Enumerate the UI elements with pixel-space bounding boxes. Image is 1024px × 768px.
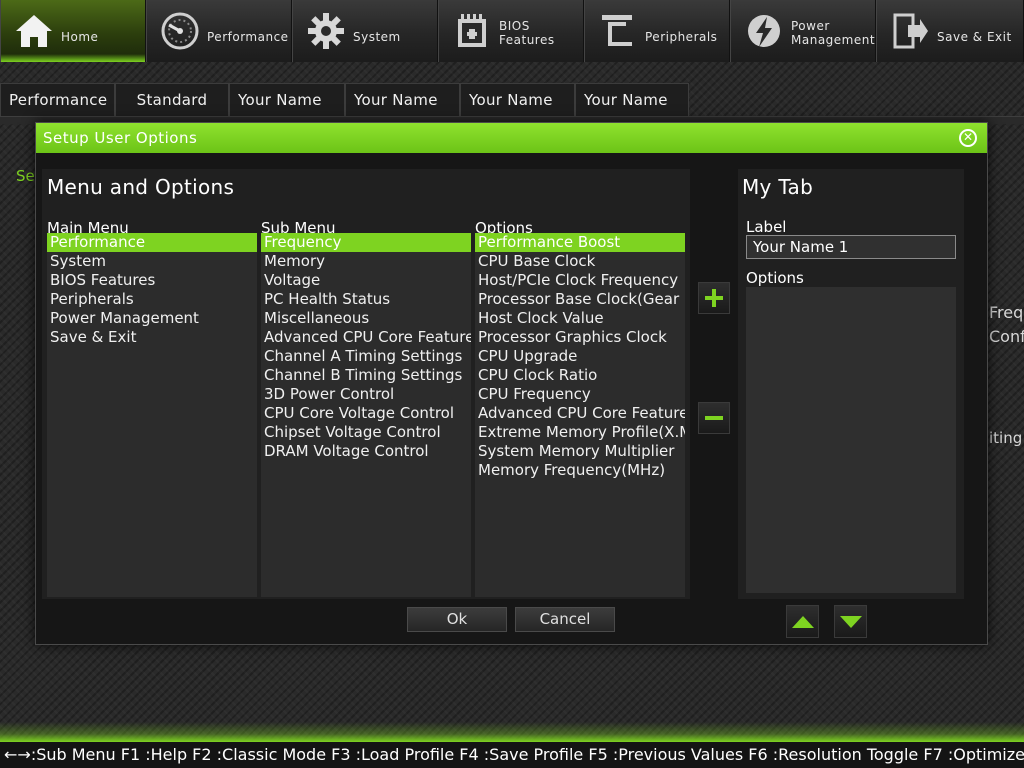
cancel-button[interactable]: Cancel	[515, 607, 615, 632]
sub-menu-item[interactable]: DRAM Voltage Control	[261, 442, 471, 461]
nav-label: Home	[61, 30, 99, 44]
option-item[interactable]: CPU Frequency	[475, 385, 685, 404]
option-item[interactable]: Memory Frequency(MHz)	[475, 461, 685, 480]
option-item[interactable]: CPU Upgrade	[475, 347, 685, 366]
option-item[interactable]: CPU Clock Ratio	[475, 366, 685, 385]
subtab-standard[interactable]: Standard	[115, 83, 229, 116]
option-item[interactable]: Performance Boost	[475, 233, 685, 252]
move-down-button[interactable]	[834, 605, 867, 638]
gauge-icon	[159, 10, 201, 52]
background-text: iting	[989, 429, 1023, 447]
move-up-button[interactable]	[786, 605, 819, 638]
subtab-your-name-3[interactable]: Your Name 3	[460, 83, 575, 141]
nav-save-exit[interactable]: Save & Exit	[876, 0, 1024, 62]
nav-peripherals[interactable]: Peripherals	[584, 0, 730, 62]
nav-label: Power Management	[791, 19, 876, 47]
subtab-your-name-2[interactable]: Your Name 2	[345, 83, 460, 141]
background-text: Confi	[989, 327, 1024, 346]
option-item[interactable]: Processor Base Clock(Gear Ratio)	[475, 290, 685, 309]
nav-label: Peripherals	[645, 30, 718, 44]
power-icon	[743, 10, 785, 52]
peripherals-icon	[597, 10, 639, 52]
setup-user-options-dialog: Setup User Options ✕ Menu and Options Ma…	[35, 122, 988, 645]
options-list: Performance Boost CPU Base Clock Host/PCIe…	[475, 233, 685, 597]
main-menu-items: Performance System BIOS Features Peripheral…	[47, 233, 257, 347]
exit-icon	[889, 10, 931, 52]
sub-menu-items: Frequency Memory Voltage PC Health Status Mi…	[261, 233, 471, 461]
remove-option-button[interactable]	[698, 402, 730, 434]
option-item[interactable]: Extreme Memory Profile(X.M.P.)	[475, 423, 685, 442]
add-option-button[interactable]	[698, 282, 730, 314]
my-tab-options-caption: Options	[746, 269, 804, 287]
arrow-up-icon	[791, 615, 814, 628]
subtab-performance[interactable]: Performance	[0, 83, 115, 116]
my-tab-options-list[interactable]	[746, 287, 956, 593]
nav-label: Performance	[207, 30, 289, 44]
arrow-down-icon	[839, 615, 862, 628]
sub-menu-item[interactable]: Frequency	[261, 233, 471, 252]
sub-menu-item[interactable]: CPU Core Voltage Control	[261, 404, 471, 423]
sub-menu-item[interactable]: Miscellaneous	[261, 309, 471, 328]
main-menu-item[interactable]: Peripherals	[47, 290, 257, 309]
nav-label: Save & Exit	[937, 30, 1012, 44]
minus-icon	[705, 416, 723, 420]
gear-icon	[305, 10, 347, 52]
plus-icon	[705, 289, 723, 307]
nav-system[interactable]: System	[292, 0, 438, 62]
bios-features-icon	[451, 10, 493, 52]
nav-performance[interactable]: Performance	[146, 0, 292, 62]
menu-options-heading: Menu and Options	[47, 175, 235, 199]
main-menu-item[interactable]: Performance	[47, 233, 257, 252]
nav-home[interactable]: Home	[0, 0, 146, 62]
main-menu-item[interactable]: Power Management	[47, 309, 257, 328]
option-item[interactable]: Host/PCIe Clock Frequency	[475, 271, 685, 290]
option-item[interactable]: CPU Base Clock	[475, 252, 685, 271]
option-item[interactable]: Advanced CPU Core Features	[475, 404, 685, 423]
label-caption: Label	[746, 218, 787, 236]
sub-menu-item[interactable]: Voltage	[261, 271, 471, 290]
main-menu-list: Performance System BIOS Features Peripheral…	[47, 233, 257, 597]
options-items: Performance Boost CPU Base Clock Host/PCIe…	[475, 233, 685, 480]
sub-menu-item[interactable]: Advanced CPU Core Features	[261, 328, 471, 347]
bottom-glow	[0, 722, 1024, 742]
shortcut-help-bar: ←→:Sub Menu F1 :Help F2 :Classic Mode F3…	[0, 742, 1024, 768]
main-menu-item[interactable]: Save & Exit	[47, 328, 257, 347]
close-circle-icon[interactable]: ✕	[959, 129, 977, 147]
subtab-your-name-4[interactable]: Your Name 4	[575, 83, 689, 141]
sub-menu-item[interactable]: Channel B Timing Settings	[261, 366, 471, 385]
sub-menu-item[interactable]: Memory	[261, 252, 471, 271]
nav-bios-features[interactable]: BIOS Features	[438, 0, 584, 62]
tab-label-input[interactable]	[746, 235, 956, 259]
option-item[interactable]: Host Clock Value	[475, 309, 685, 328]
ok-button[interactable]: Ok	[407, 607, 507, 632]
nav-power-management[interactable]: Power Management	[730, 0, 876, 62]
main-menu-item[interactable]: System	[47, 252, 257, 271]
home-icon	[13, 10, 55, 52]
option-item[interactable]: Processor Graphics Clock	[475, 328, 685, 347]
dialog-title: Setup User Options	[36, 123, 987, 153]
nav-label: System	[353, 30, 401, 44]
sub-menu-item[interactable]: Chipset Voltage Control	[261, 423, 471, 442]
background-accent-text: Se	[16, 167, 35, 185]
option-item[interactable]: System Memory Multiplier	[475, 442, 685, 461]
sub-menu-item[interactable]: Channel A Timing Settings	[261, 347, 471, 366]
top-nav: Home Performance System BIOS Features Pe…	[0, 0, 1024, 62]
sub-tabs: Performance Standard Your Name 1 Your Na…	[0, 83, 689, 141]
sub-menu-item[interactable]: PC Health Status	[261, 290, 471, 309]
background-text: Frequenc	[989, 303, 1024, 322]
my-tab-heading: My Tab	[742, 175, 814, 199]
nav-label: BIOS Features	[499, 19, 555, 47]
sub-menu-item[interactable]: 3D Power Control	[261, 385, 471, 404]
main-menu-item[interactable]: BIOS Features	[47, 271, 257, 290]
sub-menu-list: Frequency Memory Voltage PC Health Status Mi…	[261, 233, 471, 597]
subtab-your-name-1[interactable]: Your Name 1	[229, 83, 345, 141]
